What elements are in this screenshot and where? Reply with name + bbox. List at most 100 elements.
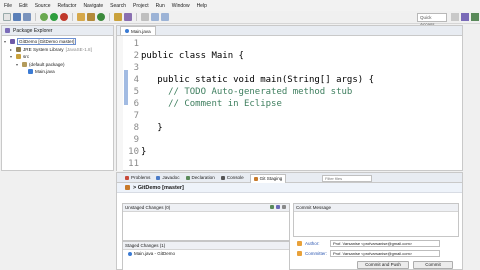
package-explorer-view: Package Explorer ▾ GitDemo [GitDemo maste… <box>1 25 114 171</box>
git-repo-icon <box>125 185 130 190</box>
new-class-icon[interactable] <box>97 13 105 21</box>
code-text: public static void main(String[] args) { <box>141 75 374 85</box>
tree-item[interactable]: ▸ JRE System Library [JavaSE-1.8] <box>4 46 111 54</box>
tree-item-label: src <box>23 54 30 60</box>
commit-message-input[interactable] <box>296 214 456 236</box>
code-line: 1 <box>123 38 453 50</box>
external-tools-icon[interactable] <box>60 13 68 21</box>
menu-source[interactable]: Source <box>35 3 51 9</box>
tree-item-label: Main.java <box>35 69 55 75</box>
tree-item-decoration: [JavaSE-1.8] <box>65 46 92 52</box>
menu-navigate[interactable]: Navigate <box>83 3 103 9</box>
tab-javadoc[interactable]: Javadoc <box>156 175 180 180</box>
java-perspective-icon[interactable] <box>461 13 469 21</box>
quick-access-input[interactable]: Quick Access <box>417 13 447 27</box>
committer-label: Committer: <box>305 251 328 256</box>
toolbar-separator <box>72 13 73 21</box>
line-number: 1 <box>133 39 139 49</box>
right-trim <box>464 25 480 171</box>
tree-item-icon <box>28 69 33 75</box>
forward-icon[interactable] <box>161 13 169 21</box>
git-staging-icon <box>253 176 258 181</box>
tab-label: Javadoc <box>162 175 180 180</box>
menu-project[interactable]: Project <box>133 3 149 9</box>
commit-and-push-button[interactable]: Commit and Push <box>357 261 409 269</box>
menu-file[interactable]: File <box>4 3 12 9</box>
new-icon[interactable] <box>3 13 11 21</box>
expand-toggle-icon[interactable]: ▸ <box>10 47 14 52</box>
debug-icon[interactable] <box>40 13 48 21</box>
new-package-icon[interactable] <box>87 13 95 21</box>
code-line: 11 <box>123 158 453 170</box>
author-row: Author: Prof. Varsanise <profvarsanise@g… <box>297 240 440 247</box>
author-field[interactable]: Prof. Varsanise <profvarsanise@gmail.com… <box>330 240 440 247</box>
line-number: 9 <box>133 135 139 145</box>
menu-refactor[interactable]: Refactor <box>58 3 77 9</box>
add-to-index-icon[interactable] <box>270 205 274 209</box>
code-line: 5 // TODO Auto-generated method stub <box>123 86 453 98</box>
code-text: } <box>141 123 163 133</box>
save-all-icon[interactable] <box>23 13 31 21</box>
tree-item[interactable]: ▾ src <box>4 53 111 61</box>
repo-title: > GitDemo [master] <box>117 183 462 193</box>
debug-perspective-icon[interactable] <box>471 13 479 21</box>
committer-field[interactable]: Prof. Varsanise <profvarsanise@gmail.com… <box>330 250 440 257</box>
tab-label: Git Staging <box>259 176 283 181</box>
editor-tab-main-java[interactable]: Main.java <box>120 26 156 35</box>
back-icon[interactable] <box>151 13 159 21</box>
open-perspective-icon[interactable] <box>451 13 459 21</box>
tree-item[interactable]: ▾ GitDemo [GitDemo master] <box>4 38 111 46</box>
unstaged-label: Unstaged Changes (0) <box>125 205 171 210</box>
unstaged-toolbar <box>268 204 286 211</box>
search-icon[interactable] <box>124 13 132 21</box>
editor-tabbar: Main.java <box>117 26 462 36</box>
tab-console[interactable]: Console <box>220 175 244 180</box>
new-java-project-icon[interactable] <box>77 13 85 21</box>
package-explorer-tab[interactable]: Package Explorer <box>2 26 113 36</box>
menu-help[interactable]: Help <box>197 3 207 9</box>
java-file-icon <box>125 29 129 33</box>
tree-item[interactable]: Main.java <box>4 68 111 76</box>
toolbar-separator <box>136 13 137 21</box>
open-type-icon[interactable] <box>114 13 122 21</box>
tree-item-icon <box>22 61 27 67</box>
menu-run[interactable]: Run <box>156 3 165 9</box>
menu-window[interactable]: Window <box>172 3 190 9</box>
code-editor[interactable]: 1 2 public class Main {3 4 public static vo… <box>117 36 462 171</box>
committer-icon <box>297 251 302 256</box>
tab-problems[interactable]: Problems <box>125 175 150 180</box>
next-annotation-icon[interactable] <box>141 13 149 21</box>
bottom-tabbar: Problems Javadoc Declaration Console Git Sta… <box>117 173 462 183</box>
expand-toggle-icon[interactable]: ▾ <box>10 54 14 59</box>
run-icon[interactable] <box>50 13 58 21</box>
git-staging-view: Problems Javadoc Declaration Console Git Sta… <box>116 172 463 270</box>
code-line: 3 <box>123 62 453 74</box>
main-toolbar <box>0 11 480 24</box>
menu-bar: File Edit Source Refactor Navigate Search Proj… <box>0 0 480 11</box>
code-line: 4 public static void main(String[] args)… <box>123 74 453 86</box>
menu-edit[interactable]: Edit <box>19 3 28 9</box>
toolbar-separator <box>35 13 36 21</box>
commit-message-panel: Commit Message <box>293 203 459 237</box>
author-label: Author: <box>305 241 320 246</box>
tab-declaration[interactable]: Declaration <box>185 175 215 180</box>
menu-search[interactable]: Search <box>110 3 126 9</box>
project-tree: ▾ GitDemo [GitDemo master] ▸ JRE System Lib… <box>2 36 113 78</box>
tree-item[interactable]: ▾ (default package) <box>4 61 111 69</box>
declaration-icon <box>185 175 190 180</box>
unstaged-changes-panel: Unstaged Changes (0) <box>122 203 290 241</box>
add-all-icon[interactable] <box>276 205 280 209</box>
javadoc-icon <box>156 175 161 180</box>
code-line: 2 public class Main { <box>123 50 453 62</box>
commit-button[interactable]: Commit <box>413 261 453 269</box>
code-line: 7 <box>123 110 453 122</box>
expand-toggle-icon[interactable]: ▾ <box>4 39 8 44</box>
layout-icon[interactable] <box>282 205 286 209</box>
filter-files-input[interactable]: Filter files <box>322 175 372 182</box>
change-marker <box>124 70 128 105</box>
expand-toggle-icon[interactable]: ▾ <box>16 62 20 67</box>
staged-file-item[interactable]: Main.java - GitDemo <box>123 250 289 257</box>
toolbar-separator <box>109 13 110 21</box>
tab-git-staging[interactable]: Git Staging <box>249 173 287 183</box>
save-icon[interactable] <box>13 13 21 21</box>
